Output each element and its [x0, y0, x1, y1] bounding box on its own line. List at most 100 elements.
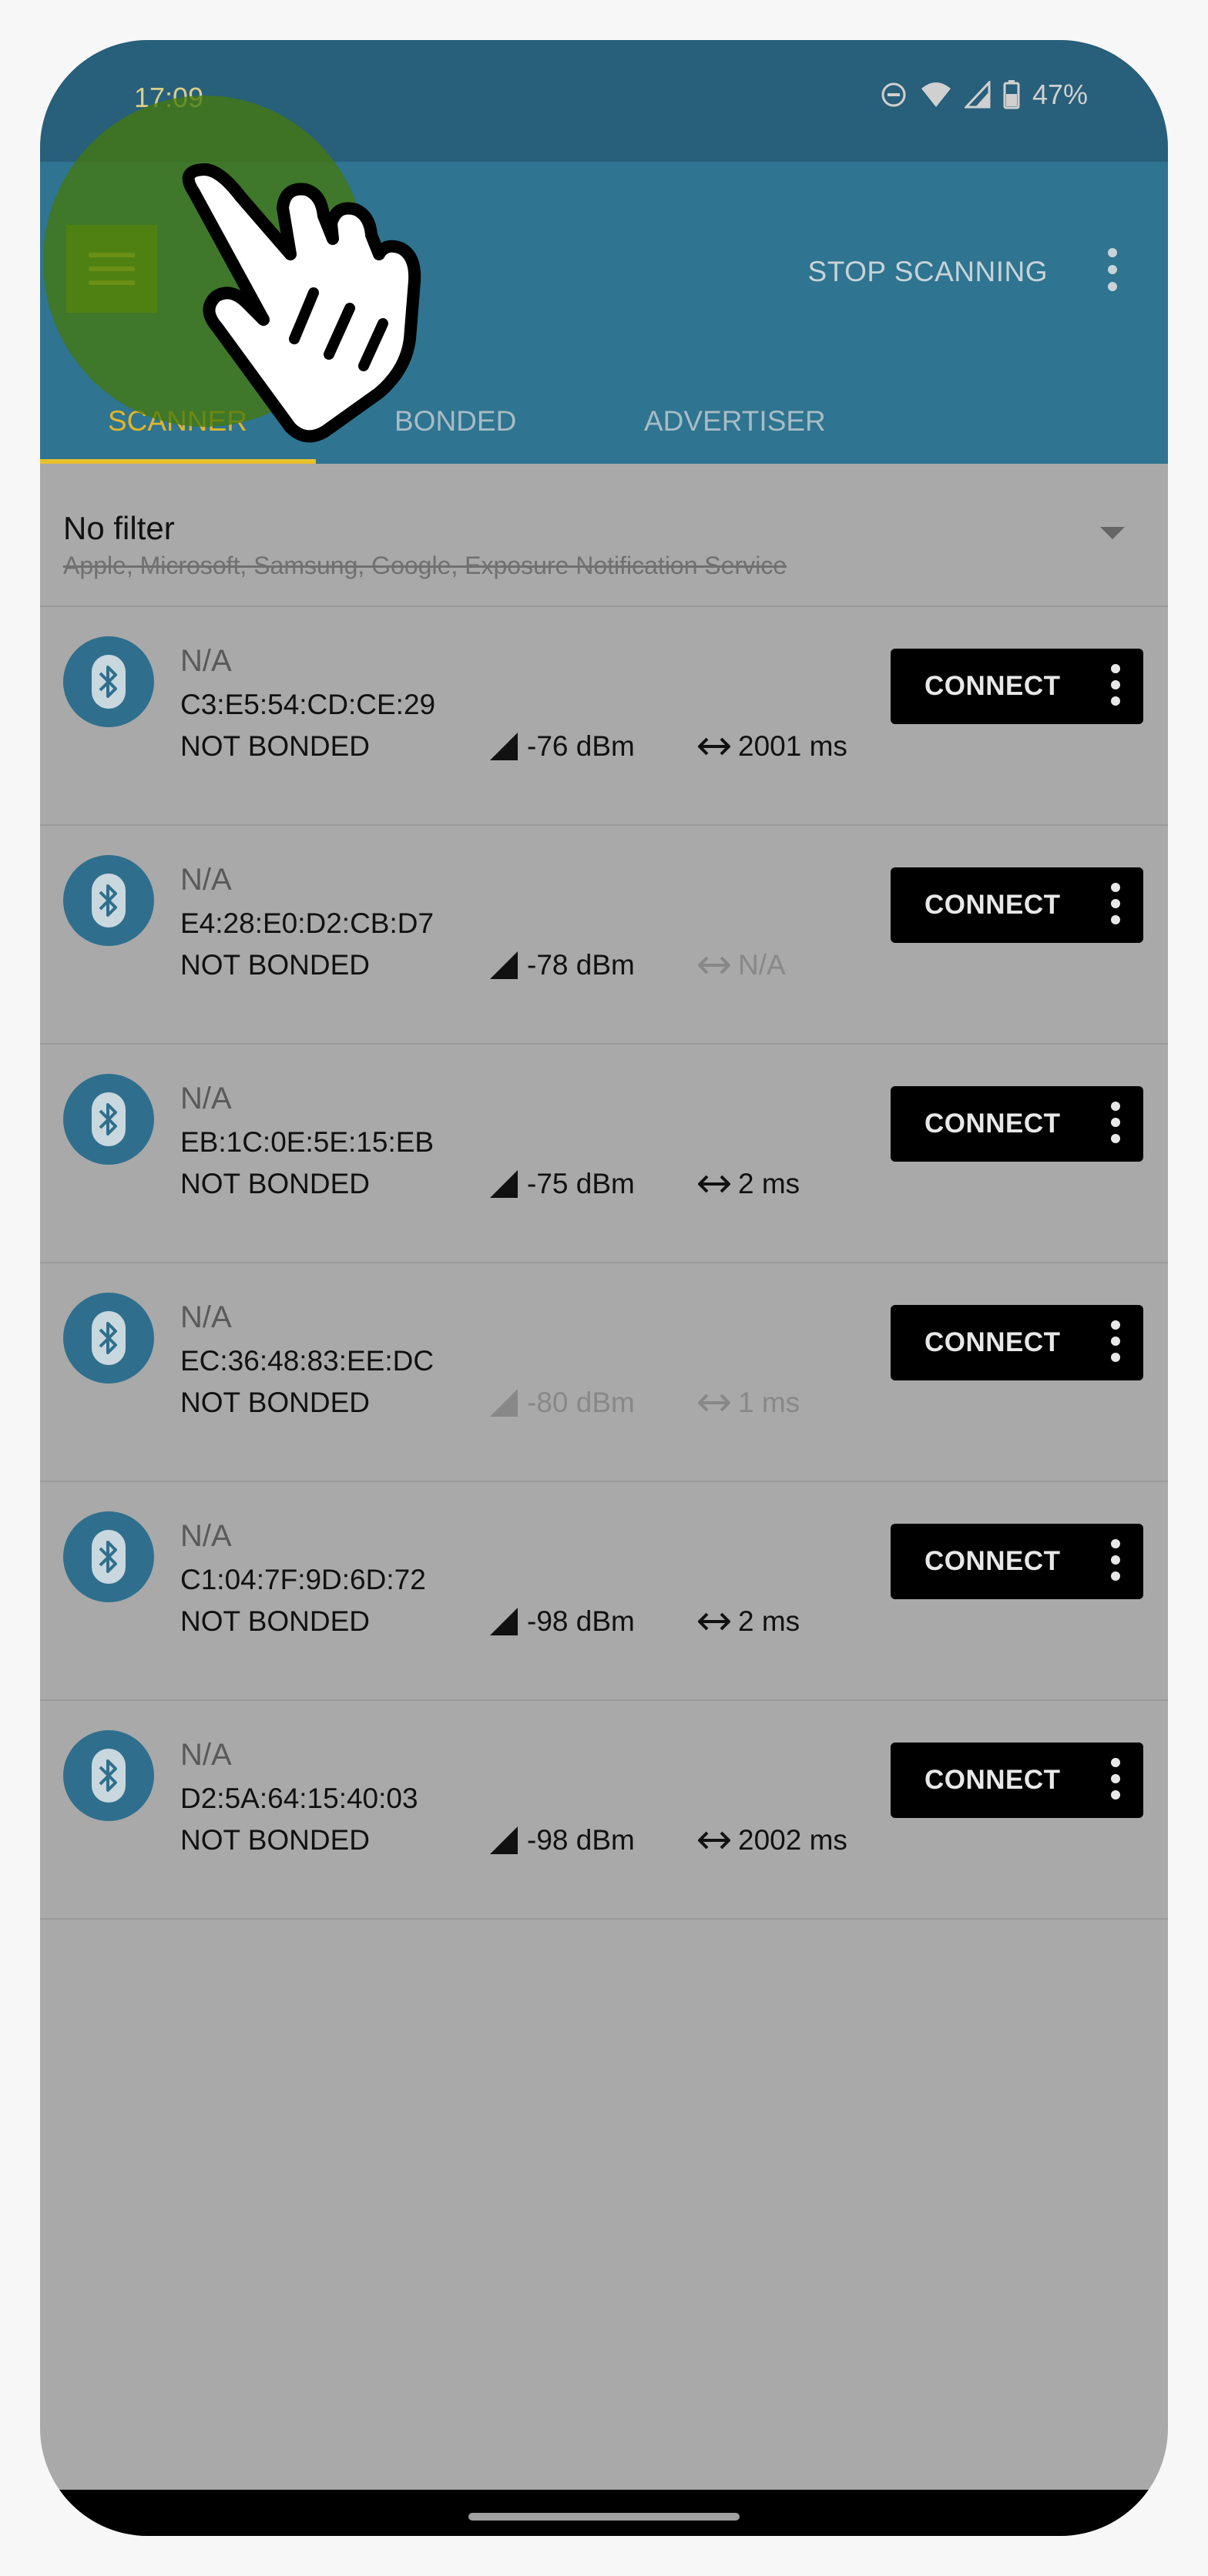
interval-value: 2 ms — [738, 1605, 800, 1637]
interval-value: N/A — [738, 949, 786, 981]
interval-arrows-icon — [698, 737, 730, 756]
signal-strength-icon — [490, 1826, 518, 1854]
connect-label: CONNECT — [924, 1109, 1061, 1139]
device-name: N/A — [180, 644, 232, 678]
bond-state: NOT BONDED — [180, 730, 371, 762]
navigation-bar — [40, 2490, 1168, 2536]
signal-strength-icon — [490, 1389, 518, 1417]
bond-state: NOT BONDED — [180, 949, 371, 981]
device-address: C3:E5:54:CD:CE:29 — [180, 689, 436, 720]
rssi-value: -98 dBm — [527, 1605, 635, 1637]
rssi: -80 dBm — [488, 1387, 635, 1419]
connect-label: CONNECT — [924, 890, 1061, 920]
device-address: EB:1C:0E:5E:15:EB — [180, 1126, 435, 1158]
connect-button[interactable]: CONNECT — [891, 1086, 1143, 1162]
device-row[interactable]: N/A E4:28:E0:D2:CB:D7 NOT BONDED -78 dBm… — [40, 826, 1168, 1045]
do-not-disturb-icon — [881, 82, 906, 107]
interval-arrows-icon — [698, 956, 730, 974]
advertising-interval: 1 ms — [696, 1387, 800, 1419]
rssi: -98 dBm — [488, 1824, 635, 1857]
signal-strength-icon — [490, 1608, 518, 1635]
bond-state: NOT BONDED — [180, 1168, 371, 1199]
device-address: D2:5A:64:15:40:03 — [180, 1783, 418, 1814]
rssi: -78 dBm — [488, 949, 635, 981]
device-row[interactable]: N/A D2:5A:64:15:40:03 NOT BONDED -98 dBm… — [40, 1701, 1168, 1920]
connect-label: CONNECT — [924, 1765, 1061, 1795]
rssi-value: -98 dBm — [527, 1824, 635, 1856]
stop-scanning-button[interactable]: STOP SCANNING — [808, 256, 1048, 288]
connect-label: CONNECT — [924, 1546, 1061, 1576]
wifi-icon — [921, 82, 951, 107]
rssi-value: -78 dBm — [527, 949, 635, 981]
device-name: N/A — [180, 1082, 232, 1115]
bluetooth-device-icon — [63, 1293, 154, 1384]
bluetooth-device-icon — [63, 1074, 154, 1165]
connect-label: CONNECT — [924, 671, 1061, 701]
device-name: N/A — [180, 1738, 232, 1772]
filter-title: No filter — [63, 510, 175, 546]
overflow-menu-icon[interactable] — [1105, 248, 1120, 291]
advertising-interval: 2 ms — [696, 1168, 800, 1200]
advertising-interval: N/A — [696, 949, 786, 981]
filter-subtitle: Apple, Microsoft, Samsung, Google, Expos… — [63, 552, 787, 579]
signal-strength-icon — [490, 1170, 518, 1198]
connect-label: CONNECT — [924, 1327, 1061, 1357]
connect-button[interactable]: CONNECT — [891, 867, 1143, 943]
device-name: N/A — [180, 863, 232, 897]
connect-button[interactable]: CONNECT — [891, 1742, 1143, 1818]
dropdown-arrow-icon[interactable] — [1100, 527, 1125, 539]
tab-advertiser[interactable]: ADVERTISER — [644, 405, 826, 438]
device-address: EC:36:48:83:EE:DC — [180, 1345, 435, 1377]
connect-button[interactable]: CONNECT — [891, 1305, 1143, 1380]
device-menu-icon[interactable] — [1111, 1102, 1120, 1143]
advertising-interval: 2002 ms — [696, 1824, 847, 1857]
bond-state: NOT BONDED — [180, 1824, 371, 1856]
interval-arrows-icon — [698, 1175, 730, 1193]
filter-bar[interactable]: No filter Apple, Microsoft, Samsung, Goo… — [40, 464, 1168, 607]
bond-state: NOT BONDED — [180, 1605, 371, 1637]
device-menu-icon[interactable] — [1111, 1758, 1120, 1800]
rssi: -75 dBm — [488, 1168, 635, 1200]
interval-value: 2001 ms — [738, 730, 847, 762]
tap-hand-icon — [182, 163, 421, 443]
phone-screen: 17:09 47% STOP SCANNING SCANNER BONDED A… — [40, 40, 1168, 2536]
device-menu-icon[interactable] — [1111, 883, 1120, 924]
device-row[interactable]: N/A EB:1C:0E:5E:15:EB NOT BONDED -75 dBm… — [40, 1045, 1168, 1263]
device-name: N/A — [180, 1519, 232, 1553]
connect-button[interactable]: CONNECT — [891, 1524, 1143, 1599]
device-row[interactable]: N/A EC:36:48:83:EE:DC NOT BONDED -80 dBm… — [40, 1263, 1168, 1482]
battery-icon — [1003, 80, 1020, 109]
device-menu-icon[interactable] — [1111, 664, 1120, 706]
device-row[interactable]: N/A C3:E5:54:CD:CE:29 NOT BONDED -76 dBm… — [40, 607, 1168, 826]
home-indicator[interactable] — [468, 2513, 740, 2521]
connect-button[interactable]: CONNECT — [891, 649, 1143, 724]
bluetooth-device-icon — [63, 1511, 154, 1602]
device-menu-icon[interactable] — [1111, 1320, 1120, 1362]
device-address: E4:28:E0:D2:CB:D7 — [180, 907, 435, 939]
rssi-value: -76 dBm — [527, 730, 635, 762]
rssi-value: -80 dBm — [527, 1387, 635, 1418]
advertising-interval: 2 ms — [696, 1605, 800, 1638]
status-icons: 47% — [880, 79, 1088, 111]
bluetooth-device-icon — [63, 855, 154, 946]
rssi-value: -75 dBm — [527, 1168, 635, 1199]
bluetooth-device-icon — [63, 1730, 154, 1821]
device-row[interactable]: N/A C1:04:7F:9D:6D:72 NOT BONDED -98 dBm… — [40, 1482, 1168, 1701]
signal-strength-icon — [490, 951, 518, 979]
device-address: C1:04:7F:9D:6D:72 — [180, 1564, 426, 1595]
cell-signal-icon — [964, 81, 991, 109]
interval-value: 2002 ms — [738, 1824, 847, 1856]
signal-strength-icon — [490, 733, 518, 760]
bluetooth-device-icon — [63, 636, 154, 727]
interval-value: 2 ms — [738, 1168, 800, 1199]
rssi: -98 dBm — [488, 1605, 635, 1638]
device-menu-icon[interactable] — [1111, 1539, 1120, 1581]
advertising-interval: 2001 ms — [696, 730, 847, 763]
interval-arrows-icon — [698, 1612, 730, 1631]
bond-state: NOT BONDED — [180, 1387, 371, 1418]
interval-arrows-icon — [698, 1831, 730, 1850]
battery-percent: 47% — [1032, 79, 1088, 110]
device-name: N/A — [180, 1300, 232, 1334]
interval-arrows-icon — [698, 1394, 730, 1412]
interval-value: 1 ms — [738, 1387, 800, 1418]
